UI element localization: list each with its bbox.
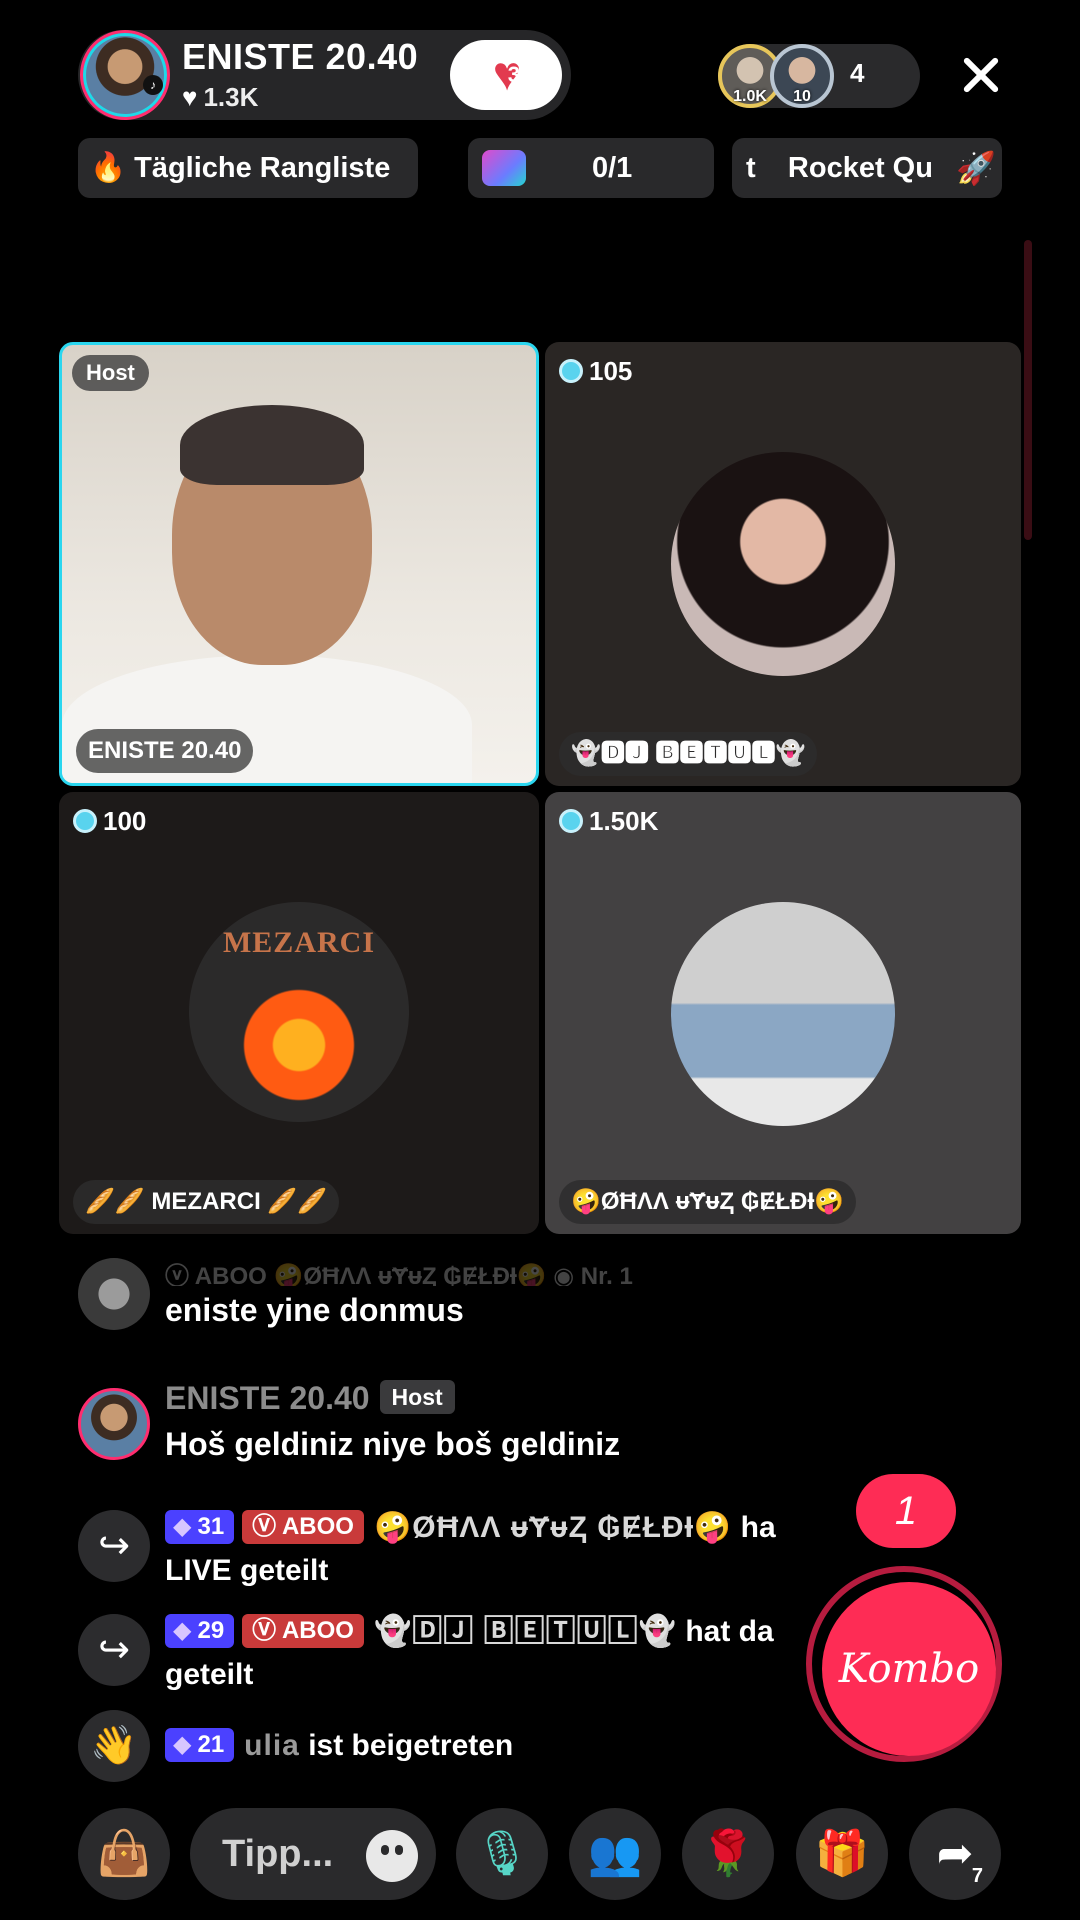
share-arrow-icon: ↪ bbox=[78, 1614, 150, 1686]
share-event-2-line2: geteilt bbox=[165, 1658, 254, 1691]
level-badge: ◆ 29 bbox=[165, 1614, 235, 1648]
shopping-bag-icon[interactable]: 👜 bbox=[78, 1808, 170, 1900]
share-user-nick[interactable]: 👻🄳🄹 🄱🄴🅃🅄🄻👻 bbox=[374, 1615, 677, 1648]
guest-score-1: 105 bbox=[559, 354, 632, 388]
tiktok-badge-icon: ♪ bbox=[143, 75, 163, 95]
fan-badge: Ⓥ ABOO bbox=[242, 1614, 364, 1648]
share-icon[interactable]: ➦ 7 bbox=[909, 1808, 1001, 1900]
chat-host-avatar[interactable] bbox=[78, 1388, 150, 1460]
gift-quest-progress: 0/1 bbox=[592, 152, 633, 184]
emoji-icon[interactable] bbox=[366, 1830, 418, 1882]
share-arrow-icon: ↪ bbox=[78, 1510, 150, 1582]
heart-icon: ♥ bbox=[182, 82, 198, 112]
share-user-nick[interactable]: 🤪ØĦΛΛ ᵾɎᵾⱫ ₲ɆŁĐƗ🤪 bbox=[374, 1511, 732, 1544]
rocket-prefix: t bbox=[746, 152, 756, 184]
gift-icon[interactable]: 🎁 bbox=[796, 1808, 888, 1900]
gem-icon bbox=[559, 809, 583, 833]
level-value: 29 bbox=[197, 1617, 225, 1644]
viewer-count[interactable]: 4 bbox=[850, 58, 864, 89]
share-event-1-line2: LIVE geteilt bbox=[165, 1554, 329, 1587]
guest-score-value-3: 1.50K bbox=[589, 806, 659, 836]
rocket-quest-chip[interactable]: t Rocket Qu 🚀 bbox=[732, 138, 1002, 198]
top-viewer-score-1: 1.0K bbox=[733, 88, 767, 105]
fan-club-count: 39 bbox=[507, 62, 533, 87]
host-likes: ♥ 1.3K bbox=[182, 82, 258, 113]
microphone-icon[interactable]: 🎙 bbox=[456, 1808, 548, 1900]
fan-badge-label: ABOO bbox=[281, 1617, 354, 1644]
chat-message: eniste yine donmus bbox=[165, 1292, 464, 1328]
host-video-tile[interactable]: Host ENISTE 20.40 bbox=[59, 342, 539, 786]
guest-avatar-2: MEZARCI bbox=[189, 902, 409, 1122]
guest-avatar-1 bbox=[671, 452, 895, 676]
share-event-2: ◆ 29 Ⓥ ABOO 👻🄳🄹 🄱🄴🅃🅄🄻👻 hat da bbox=[165, 1612, 774, 1652]
comment-placeholder: Tipp... bbox=[222, 1833, 334, 1875]
guest-tile-1[interactable]: 105 👻🅳🅹 🅱🅴🆃🆄🅻👻 bbox=[545, 342, 1021, 786]
guest-score-2: 100 bbox=[73, 804, 146, 838]
share-tail-text: hat da bbox=[685, 1615, 774, 1648]
kombo-button[interactable]: Kombo bbox=[822, 1582, 996, 1756]
guest-avatar-2-text: MEZARCI bbox=[222, 926, 375, 959]
gift-quest-icon bbox=[482, 150, 526, 186]
multi-guest-icon[interactable]: 👥 bbox=[569, 1808, 661, 1900]
level-badge: ◆ 21 bbox=[165, 1728, 235, 1762]
guest-score-value-1: 105 bbox=[589, 356, 633, 386]
rocket-quest-label: Rocket Qu bbox=[787, 152, 933, 184]
close-icon[interactable] bbox=[956, 50, 1006, 100]
likes-count: 1.3K bbox=[203, 82, 259, 112]
host-tile-name: ENISTE 20.40 bbox=[76, 729, 254, 773]
top-viewer-score-2: 10 bbox=[793, 88, 811, 105]
host-name: ENISTE 20.40 bbox=[182, 36, 419, 77]
share-count: 7 bbox=[971, 1865, 983, 1887]
fan-badge: Ⓥ ABOO bbox=[242, 1510, 364, 1544]
rose-gift-icon[interactable]: 🌹 bbox=[682, 1808, 774, 1900]
side-panel-edge[interactable] bbox=[1024, 240, 1032, 540]
host-avatar[interactable]: ♪ bbox=[80, 30, 170, 120]
fan-badge-label: ABOO bbox=[281, 1513, 354, 1540]
gift-quest-chip[interactable]: 0/1 bbox=[468, 138, 714, 198]
join-text: ist beigetreten bbox=[308, 1729, 514, 1762]
guest-tile-2[interactable]: 100 MEZARCI 🥖🥖 MEZARCI 🥖🥖 bbox=[59, 792, 539, 1234]
kombo-count: 1 bbox=[856, 1474, 956, 1548]
top-viewer-avatar-2[interactable]: 10 bbox=[770, 44, 834, 108]
share-tail-text: ha bbox=[740, 1511, 776, 1544]
level-value: 21 bbox=[197, 1731, 225, 1758]
rocket-icon: 🚀 bbox=[956, 150, 996, 186]
host-badge: Host bbox=[379, 1380, 455, 1414]
join-event: ◆ 21 ulia ist beigetreten bbox=[165, 1726, 513, 1766]
guest-avatar-3 bbox=[671, 902, 895, 1126]
guest-name-3: 🤪ØĦΛΛ ᵾɎᵾⱫ ₲ɆŁĐƗ🤪 bbox=[559, 1180, 857, 1224]
fire-icon: 🔥 bbox=[90, 152, 127, 184]
guest-name-2: 🥖🥖 MEZARCI 🥖🥖 bbox=[73, 1180, 340, 1224]
daily-ranking-label: Tägliche Rangliste bbox=[134, 152, 391, 184]
chat-host-name-row: ENISTE 20.40 Host bbox=[165, 1380, 455, 1420]
chat-host-name[interactable]: ENISTE 20.40 bbox=[165, 1380, 370, 1416]
guest-name-1: 👻🅳🅹 🅱🅴🆃🆄🅻👻 bbox=[559, 732, 818, 776]
level-badge: ◆ 31 bbox=[165, 1510, 235, 1544]
share-event-1: ◆ 31 Ⓥ ABOO 🤪ØĦΛΛ ᵾɎᵾⱫ ₲ɆŁĐƗ🤪 ha bbox=[165, 1508, 776, 1548]
comment-input[interactable]: Tipp... bbox=[190, 1808, 436, 1900]
guest-score-value-2: 100 bbox=[103, 806, 147, 836]
chat-host-message: Hoš geldiniz niye boš geldiniz bbox=[165, 1426, 621, 1462]
host-tag: Host bbox=[72, 355, 149, 391]
guest-score-3: 1.50K bbox=[559, 804, 658, 838]
daily-ranking-chip[interactable]: 🔥 Tägliche Rangliste bbox=[78, 138, 418, 198]
level-value: 31 bbox=[197, 1513, 225, 1540]
fan-club-button[interactable]: ♥ 39 bbox=[450, 40, 562, 110]
wave-hand-icon: 👋 bbox=[78, 1710, 150, 1782]
gem-icon bbox=[73, 809, 97, 833]
guest-tile-3[interactable]: 1.50K 🤪ØĦΛΛ ᵾɎᵾⱫ ₲ɆŁĐƗ🤪 bbox=[545, 792, 1021, 1234]
faded-chat-header: ⓥ ABOO 🤪ØĦΛΛ ᵾɎᵾⱫ ₲ɆŁĐƗ🤪 ◉ Nr. 1 bbox=[165, 1263, 633, 1286]
join-user-nick[interactable]: ulia bbox=[244, 1729, 300, 1762]
gem-icon bbox=[559, 359, 583, 383]
chat-user-avatar[interactable] bbox=[78, 1258, 150, 1330]
